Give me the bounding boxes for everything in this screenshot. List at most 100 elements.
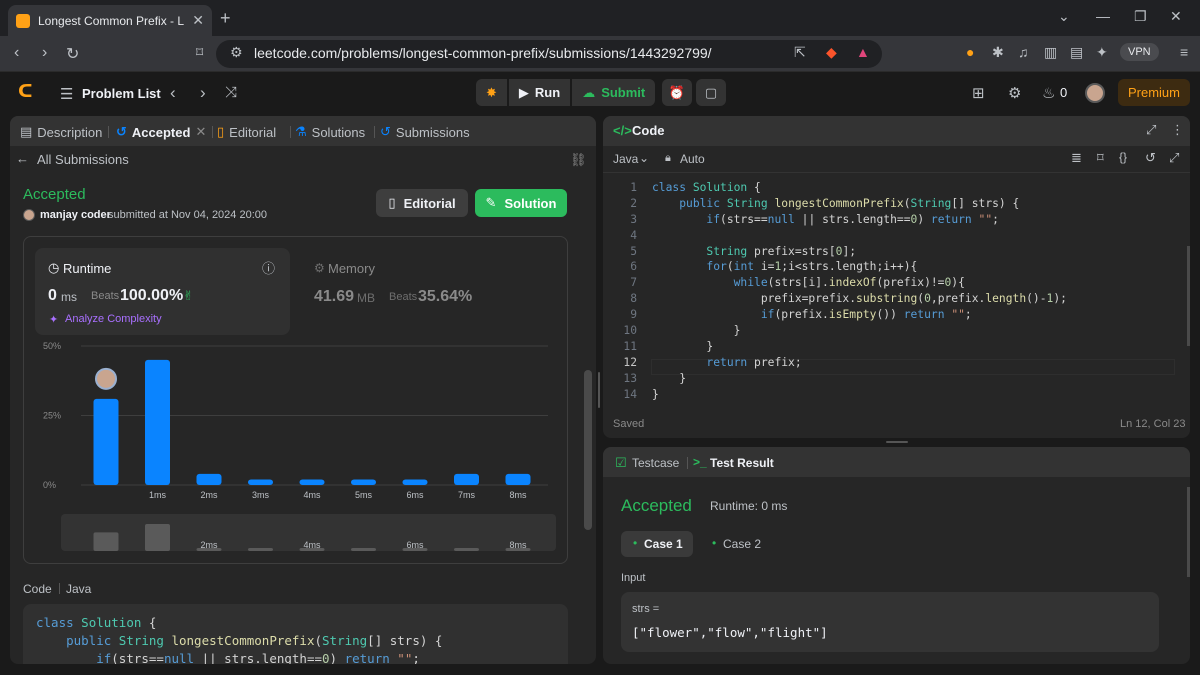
alarm-icon: ⏰ bbox=[668, 84, 686, 100]
line-number: 11 bbox=[623, 339, 637, 353]
debug-button[interactable]: ✸ bbox=[476, 79, 507, 106]
lock-icon[interactable]: ● bbox=[966, 44, 974, 60]
clock-icon: ◷ bbox=[48, 260, 60, 275]
editor-title: Code bbox=[632, 123, 665, 138]
book-icon: ▯ bbox=[217, 124, 225, 139]
minimap-label: 4ms bbox=[303, 540, 321, 550]
line-number: 3 bbox=[630, 212, 637, 226]
close-tab-icon[interactable]: ✕ bbox=[192, 12, 204, 29]
auto-mode[interactable]: Auto bbox=[680, 152, 705, 166]
saved-status: Saved bbox=[613, 418, 645, 430]
close-window-icon[interactable]: ✕ bbox=[1170, 8, 1182, 25]
horizontal-resize-handle[interactable] bbox=[886, 441, 908, 443]
chevron-down-icon[interactable]: ⌄ bbox=[639, 151, 649, 165]
link-icon[interactable]: ⛓ bbox=[570, 152, 587, 168]
back-icon[interactable]: ‹ bbox=[14, 44, 19, 62]
editorial-button[interactable]: ▯ Editorial bbox=[376, 189, 468, 217]
code-editor-text[interactable]: class Solution { public String longestCo… bbox=[652, 180, 1067, 402]
solution-button[interactable]: ✎ Solution bbox=[475, 189, 567, 217]
menu-icon[interactable]: ≡ bbox=[1180, 44, 1188, 60]
result-scrollbar[interactable] bbox=[1187, 487, 1190, 577]
reset-icon[interactable]: ↺ bbox=[1145, 150, 1156, 166]
runtime-distribution-chart[interactable]: 50% 25% 0% 1ms 2ms 3ms 4ms 5ms 6ms 7ms 8ms 2ms 4ms 6m… bbox=[23, 338, 568, 563]
ai-icon[interactable]: ✦ bbox=[1096, 44, 1108, 61]
all-submissions-link[interactable]: All Submissions bbox=[37, 152, 129, 167]
layout-icon[interactable]: ⊞ bbox=[972, 84, 985, 102]
minimize-icon[interactable]: — bbox=[1096, 8, 1110, 24]
checkbox-icon: ☑ bbox=[615, 455, 627, 470]
more-icon[interactable]: ⋮ bbox=[1171, 122, 1184, 138]
bug-icon: ✸ bbox=[486, 84, 497, 100]
expand-icon[interactable]: ⤢ bbox=[1146, 122, 1156, 138]
line-number: 4 bbox=[630, 228, 637, 242]
submit-button[interactable]: ☁ Submit bbox=[572, 79, 656, 106]
format-icon[interactable]: ≣ bbox=[1071, 150, 1082, 166]
case-1-label[interactable]: Case 1 bbox=[644, 537, 683, 551]
history-icon: ↺ bbox=[380, 124, 391, 139]
brave-rewards-icon[interactable]: ▲ bbox=[856, 44, 870, 60]
problem-list-link[interactable]: Problem List bbox=[82, 86, 161, 101]
new-tab-icon[interactable]: + bbox=[220, 8, 231, 29]
avatar[interactable] bbox=[1085, 83, 1105, 103]
runtime-unit: ms bbox=[61, 290, 77, 304]
close-tab-accepted-icon[interactable]: ✕ bbox=[195, 124, 206, 140]
sidebar-icon[interactable]: ▥ bbox=[1044, 44, 1057, 61]
leetcode-logo-icon[interactable]: ᑕ bbox=[18, 81, 38, 103]
braces-icon[interactable]: {} bbox=[1119, 150, 1127, 164]
tab-solutions[interactable]: ⚗ Solutions bbox=[295, 124, 365, 140]
fire-icon[interactable]: ♨ bbox=[1042, 84, 1055, 102]
editor-scrollbar[interactable] bbox=[1187, 246, 1190, 346]
premium-button[interactable]: Premium bbox=[1118, 79, 1190, 106]
back-arrow-icon[interactable]: ← bbox=[16, 151, 29, 166]
tab-submissions[interactable]: ↺ Submissions bbox=[380, 124, 470, 140]
tab-editorial[interactable]: ▯ Editorial bbox=[217, 124, 276, 140]
settings-icon[interactable]: ⚙ bbox=[1008, 84, 1021, 102]
notes-button[interactable]: ▢ bbox=[696, 79, 726, 106]
chart-bar bbox=[93, 398, 119, 485]
extensions-icon[interactable]: ✱ bbox=[992, 44, 1004, 61]
analyze-complexity-link[interactable]: Analyze Complexity bbox=[65, 313, 162, 325]
minimap-bar bbox=[454, 548, 479, 551]
site-info-icon[interactable]: ⚙ bbox=[230, 44, 243, 61]
brave-shield-icon[interactable]: ◆ bbox=[826, 44, 837, 61]
vpn-button[interactable]: VPN bbox=[1120, 43, 1159, 61]
music-icon[interactable]: ♫ bbox=[1018, 44, 1029, 60]
result-tabs bbox=[603, 447, 1190, 477]
fullscreen-icon[interactable]: ⤢ bbox=[1169, 150, 1179, 166]
leetcode-favicon-icon bbox=[16, 13, 30, 28]
flask-icon: ⚗ bbox=[295, 124, 307, 139]
y-tick-label: 25% bbox=[43, 411, 61, 421]
url-text[interactable]: leetcode.com/problems/longest-common-pre… bbox=[254, 45, 712, 61]
timer-button[interactable]: ⏰ bbox=[662, 79, 692, 106]
minimap-bar bbox=[248, 548, 273, 551]
vertical-resize-handle[interactable] bbox=[598, 372, 600, 408]
memory-label[interactable]: Memory bbox=[328, 261, 375, 276]
wallet-icon[interactable]: ▤ bbox=[1070, 44, 1083, 61]
next-problem-icon[interactable]: › bbox=[200, 83, 206, 103]
editor-divider bbox=[603, 172, 1190, 173]
username[interactable]: manjay coder bbox=[40, 209, 111, 221]
bookmark-icon[interactable]: ⌑ bbox=[1097, 150, 1104, 166]
forward-icon[interactable]: › bbox=[42, 44, 47, 62]
runtime-beats: 100.00% bbox=[120, 287, 184, 304]
language-select[interactable]: Java bbox=[613, 152, 638, 166]
maximize-icon[interactable]: ❐ bbox=[1134, 8, 1147, 25]
runtime-label: Runtime bbox=[63, 261, 112, 276]
shuffle-icon[interactable]: ⤨ bbox=[225, 84, 237, 101]
tab-search-icon[interactable]: ⌄ bbox=[1058, 8, 1070, 25]
tab-description[interactable]: ▤ Description bbox=[20, 124, 102, 140]
left-scrollbar[interactable] bbox=[584, 370, 592, 530]
tab-testcase[interactable]: Testcase bbox=[632, 456, 679, 470]
case-2-label[interactable]: Case 2 bbox=[723, 537, 761, 551]
run-button[interactable]: ▶ Run bbox=[508, 79, 571, 106]
reload-icon[interactable]: ↻ bbox=[66, 44, 79, 64]
prev-problem-icon[interactable]: ‹ bbox=[170, 83, 176, 103]
tab-accepted[interactable]: ↺ Accepted ✕ bbox=[116, 124, 206, 140]
y-tick-label: 50% bbox=[43, 341, 61, 351]
bookmark-icon[interactable]: ⌑ bbox=[196, 44, 203, 61]
info-icon[interactable]: ⓘ bbox=[262, 258, 275, 277]
user-marker-avatar bbox=[95, 367, 117, 390]
browser-tab[interactable]: Longest Common Prefix - LeetC ✕ bbox=[8, 5, 212, 36]
share-icon[interactable]: ⇱ bbox=[794, 44, 806, 61]
tab-test-result[interactable]: Test Result bbox=[710, 456, 774, 470]
